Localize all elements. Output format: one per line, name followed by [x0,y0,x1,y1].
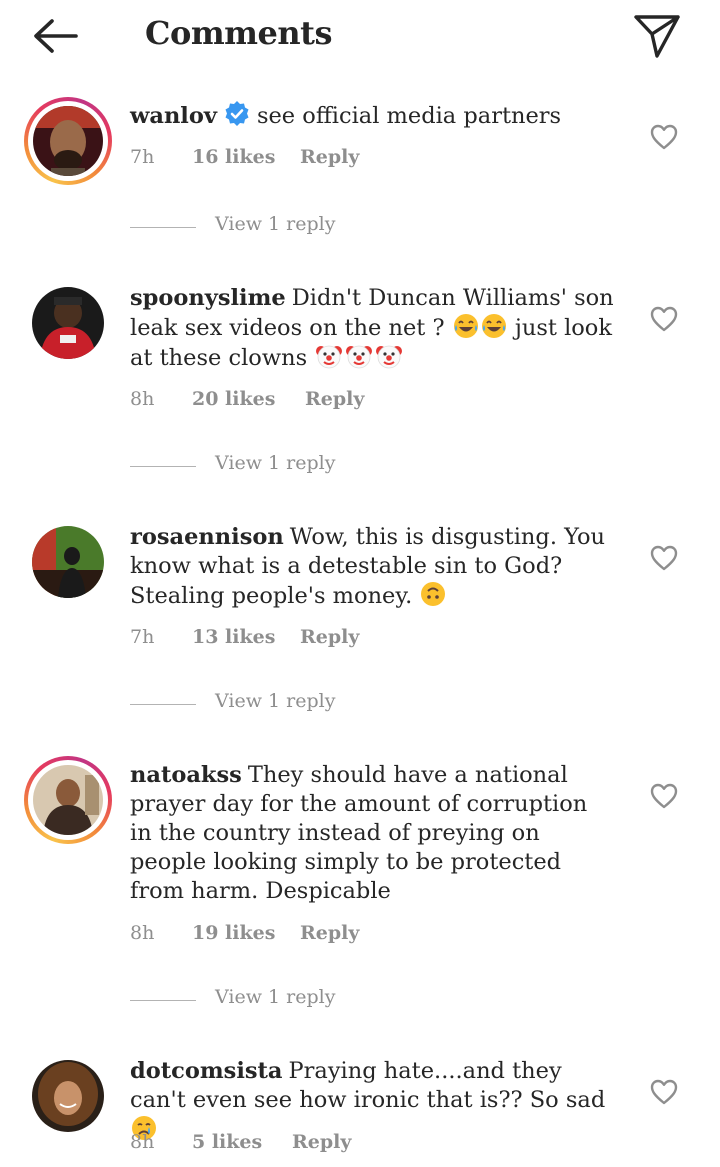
view-replies-label: View 1 reply [215,986,336,1008]
comment-time: 8h [130,1131,155,1153]
view-replies-button[interactable]: View 1 reply [130,452,430,482]
heart-icon[interactable] [650,783,678,809]
reply-button[interactable]: Reply [300,626,359,648]
view-replies-label: View 1 reply [215,452,336,474]
avatar[interactable] [24,97,112,185]
clown-face-emoji-icon [376,345,403,369]
avatar[interactable] [24,756,112,844]
view-replies-label: View 1 reply [215,690,336,712]
avatar[interactable] [24,518,112,606]
clown-face-emoji-icon [346,345,373,369]
avatar-image [33,106,103,176]
tears-of-joy-emoji-icon [453,314,478,338]
avatar-image [32,526,104,598]
view-replies-label: View 1 reply [215,213,336,235]
comment-username[interactable]: rosaennison [130,524,284,550]
heart-icon[interactable] [650,1079,678,1105]
likes-count[interactable]: 13 likes [192,626,275,648]
comment-username[interactable]: dotcomsista [130,1058,283,1084]
comment-time: 7h [130,626,155,648]
view-replies-button[interactable]: View 1 reply [130,690,430,720]
tears-of-joy-emoji-icon [481,314,506,338]
likes-count[interactable]: 5 likes [192,1131,262,1153]
page-title: Comments [145,14,332,52]
comment-time: 8h [130,922,155,944]
likes-count[interactable]: 19 likes [192,922,275,944]
avatar[interactable] [24,279,112,367]
avatar-image [32,1060,104,1132]
avatar[interactable] [24,1052,112,1140]
likes-count[interactable]: 20 likes [192,388,275,410]
divider-line [130,466,196,467]
heart-icon[interactable] [650,124,678,150]
avatar-image [33,765,103,835]
likes-count[interactable]: 16 likes [192,146,275,168]
divider-line [130,227,196,228]
send-icon[interactable] [632,12,682,60]
view-replies-button[interactable]: View 1 reply [130,986,430,1016]
divider-line [130,704,196,705]
comment-username[interactable]: natoakss [130,762,242,788]
clown-face-emoji-icon [316,345,343,369]
comment-time: 8h [130,388,155,410]
upside-down-face-emoji-icon [421,582,446,606]
reply-button[interactable]: Reply [300,922,359,944]
divider-line [130,1000,196,1001]
reply-button[interactable]: Reply [305,388,364,410]
comment-username[interactable]: spoonyslime [130,285,286,311]
heart-icon[interactable] [650,545,678,571]
reply-button[interactable]: Reply [300,146,359,168]
comment-text: see official media partners [256,103,562,129]
arrow-left-icon[interactable] [30,14,80,58]
view-replies-button[interactable]: View 1 reply [130,213,430,243]
top-bar: Comments [0,0,720,80]
comment-time: 7h [130,146,155,168]
avatar-image [32,287,104,359]
comment-username[interactable]: wanlov [130,103,217,129]
verified-badge-icon [225,101,249,126]
heart-icon[interactable] [650,306,678,332]
reply-button[interactable]: Reply [292,1131,351,1153]
